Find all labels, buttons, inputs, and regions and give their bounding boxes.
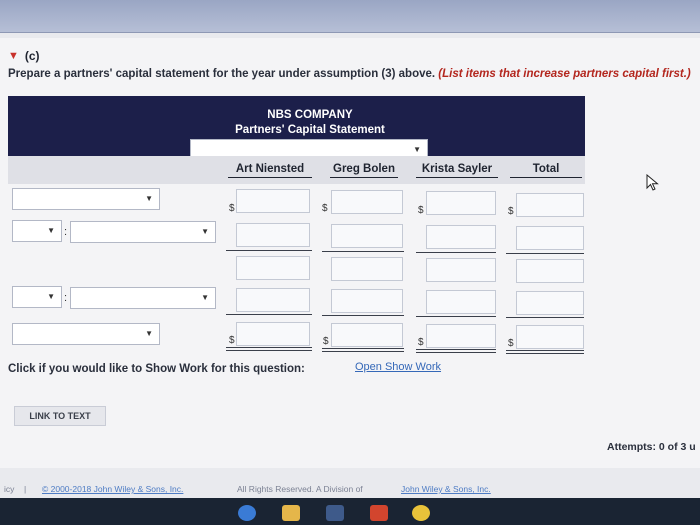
- chevron-down-icon: ▼: [145, 329, 153, 338]
- row2-art-input[interactable]: [236, 223, 310, 247]
- row1-greg-input[interactable]: [331, 190, 403, 214]
- double-rule: [416, 349, 496, 353]
- row3-total-input[interactable]: [516, 259, 584, 283]
- os-taskbar: [0, 498, 700, 525]
- dollar-sign: $: [229, 335, 235, 346]
- dollar-sign: $: [229, 203, 235, 214]
- row1-art-input[interactable]: [236, 189, 310, 213]
- column-header-greg: Greg Bolen: [330, 163, 398, 178]
- row4-greg-input[interactable]: [331, 289, 403, 313]
- total-rule: [226, 314, 312, 315]
- row2-total-input[interactable]: [516, 226, 584, 250]
- row5-greg-input[interactable]: [331, 323, 403, 347]
- colon-separator: :: [64, 292, 68, 304]
- double-rule: [322, 348, 404, 352]
- rights-text: All Rights Reserved. A Division of: [237, 484, 363, 494]
- subtotal-rule: [226, 250, 312, 251]
- copyright-link[interactable]: © 2000-2018 John Wiley & Sons, Inc.: [42, 484, 183, 494]
- chevron-down-icon: ▼: [47, 292, 55, 301]
- row3-krista-input[interactable]: [426, 258, 496, 282]
- dollar-sign: $: [508, 206, 514, 217]
- edge-browser-icon[interactable]: [238, 505, 256, 521]
- row5-krista-input[interactable]: [426, 324, 496, 348]
- row2-type-dropdown[interactable]: ▼: [12, 220, 62, 242]
- footer-policy-fragment[interactable]: icy: [4, 484, 14, 494]
- subtotal-rule: [322, 251, 404, 252]
- column-header-total: Total: [510, 163, 582, 178]
- dollar-sign: $: [323, 336, 329, 347]
- chevron-down-icon: ▼: [47, 226, 55, 235]
- row1-total-input[interactable]: [516, 193, 584, 217]
- chrome-icon[interactable]: [412, 505, 430, 521]
- column-header-art: Art Niensted: [228, 163, 312, 178]
- total-rule: [416, 316, 496, 317]
- open-show-work-link[interactable]: Open Show Work: [355, 361, 441, 373]
- row1-krista-input[interactable]: [426, 191, 496, 215]
- dollar-sign: $: [322, 203, 328, 214]
- subtotal-rule: [416, 252, 496, 253]
- attempts-counter: Attempts: 0 of 3 u: [607, 441, 696, 453]
- dollar-sign: $: [418, 205, 424, 216]
- statement-title-block: NBS COMPANY Partners' Capital Statement: [190, 108, 430, 138]
- instruction-main: Prepare a partners' capital statement fo…: [8, 68, 436, 80]
- row5-art-input[interactable]: [236, 322, 310, 346]
- section-header[interactable]: ▼ (c): [8, 49, 40, 63]
- company-link[interactable]: John Wiley & Sons, Inc.: [401, 484, 491, 494]
- dollar-sign: $: [508, 338, 514, 349]
- row3-art-input[interactable]: [236, 256, 310, 280]
- double-rule: [506, 350, 584, 354]
- mouse-cursor-icon: [646, 174, 659, 191]
- row4-total-input[interactable]: [516, 291, 584, 315]
- row4-type-dropdown[interactable]: ▼: [12, 286, 62, 308]
- show-work-prompt: Click if you would like to Show Work for…: [8, 363, 305, 375]
- total-rule: [322, 315, 404, 316]
- subtotal-rule: [506, 253, 584, 254]
- total-rule: [506, 317, 584, 318]
- row3-greg-input[interactable]: [331, 257, 403, 281]
- row1-item-dropdown[interactable]: ▼: [12, 188, 160, 210]
- row2-krista-input[interactable]: [426, 225, 496, 249]
- company-name: NBS COMPANY: [267, 109, 353, 121]
- instruction-text: Prepare a partners' capital statement fo…: [8, 68, 698, 80]
- footer: icy | © 2000-2018 John Wiley & Sons, Inc…: [0, 476, 700, 498]
- row2-item-dropdown[interactable]: ▼: [70, 221, 216, 243]
- office-icon[interactable]: [370, 505, 388, 521]
- file-explorer-icon[interactable]: [282, 505, 300, 521]
- footer-separator: |: [24, 484, 27, 494]
- store-icon[interactable]: [326, 505, 344, 521]
- row4-art-input[interactable]: [236, 288, 310, 312]
- row5-total-input[interactable]: [516, 325, 584, 349]
- row5-item-dropdown[interactable]: ▼: [12, 323, 160, 345]
- browser-top-bar: [0, 0, 700, 33]
- chevron-down-icon: ▼: [201, 293, 209, 302]
- dollar-sign: $: [418, 337, 424, 348]
- collapse-caret-icon[interactable]: ▼: [8, 50, 19, 62]
- chevron-down-icon: ▼: [201, 227, 209, 236]
- chevron-down-icon: ▼: [413, 145, 421, 154]
- instruction-hint: (List items that increase partners capit…: [438, 68, 691, 80]
- section-label: (c): [24, 49, 40, 63]
- link-to-text-button[interactable]: LINK TO TEXT: [14, 406, 106, 426]
- statement-title: Partners' Capital Statement: [235, 124, 385, 136]
- column-header-krista: Krista Sayler: [416, 163, 498, 178]
- colon-separator: :: [64, 226, 68, 238]
- chevron-down-icon: ▼: [145, 194, 153, 203]
- row4-item-dropdown[interactable]: ▼: [70, 287, 216, 309]
- row2-greg-input[interactable]: [331, 224, 403, 248]
- row4-krista-input[interactable]: [426, 290, 496, 314]
- double-rule: [226, 347, 312, 351]
